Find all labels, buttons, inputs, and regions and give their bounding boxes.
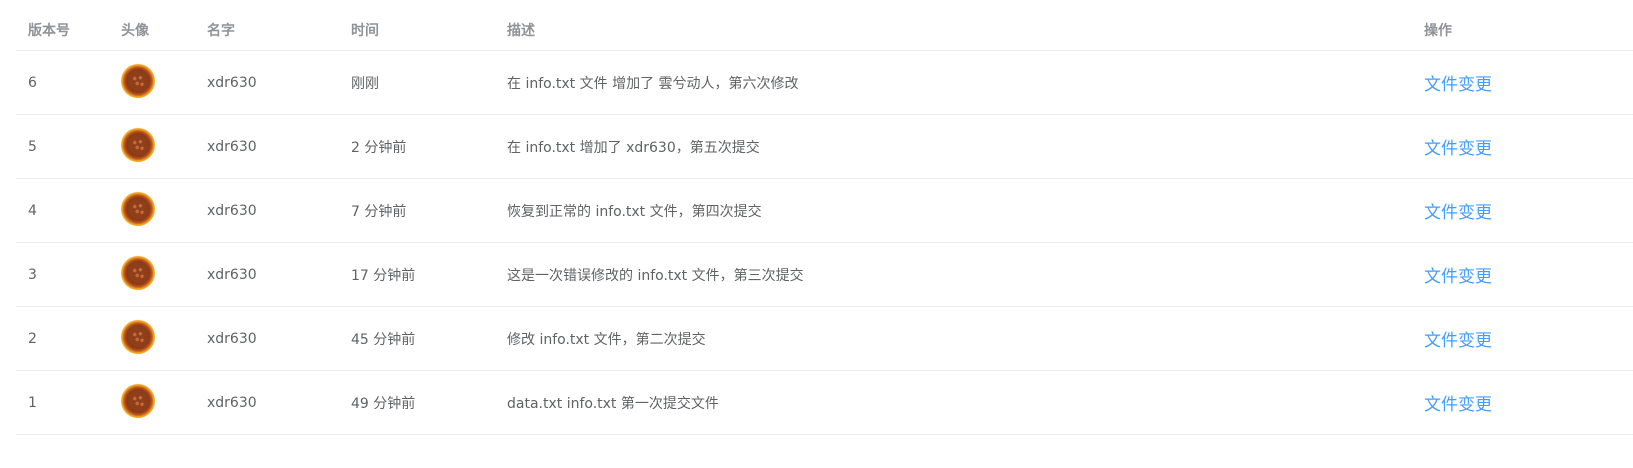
- table-row: 6 xdr630 刚刚 在 info.txt 文件 增加了 雲兮动人，第六次修改…: [16, 51, 1633, 115]
- name-cell: xdr630: [207, 266, 257, 283]
- cookie-avatar-icon: [121, 191, 155, 226]
- action-cell: 文件变更: [1413, 262, 1633, 287]
- header-action: 操作: [1424, 23, 1452, 39]
- time-cell: 刚刚: [351, 75, 379, 92]
- avatar-cell: [111, 63, 195, 102]
- file-changes-link[interactable]: 文件变更: [1424, 75, 1492, 95]
- description-cell: 这是一次错误修改的 info.txt 文件，第三次提交: [507, 267, 804, 284]
- version-cell: 2: [28, 330, 37, 347]
- time-cell: 2 分钟前: [351, 139, 407, 156]
- name-cell: xdr630: [207, 330, 257, 347]
- action-cell: 文件变更: [1413, 390, 1633, 415]
- action-cell: 文件变更: [1413, 326, 1633, 351]
- table-row: 1 xdr630 49 分钟前 data.txt info.txt 第一次提交文…: [16, 371, 1633, 435]
- file-changes-link[interactable]: 文件变更: [1424, 203, 1492, 223]
- description-cell: data.txt info.txt 第一次提交文件: [507, 395, 719, 412]
- header-name: 名字: [207, 23, 235, 39]
- cookie-avatar-icon: [121, 127, 155, 162]
- version-cell: 4: [28, 202, 37, 219]
- version-cell: 3: [28, 266, 37, 283]
- table-row: 5 xdr630 2 分钟前 在 info.txt 增加了 xdr630，第五次…: [16, 115, 1633, 179]
- avatar-cell: [111, 319, 195, 358]
- version-cell: 5: [28, 138, 37, 155]
- avatar-cell: [111, 383, 195, 422]
- time-cell: 7 分钟前: [351, 203, 407, 220]
- header-avatar: 头像: [121, 23, 149, 39]
- action-cell: 文件变更: [1413, 134, 1633, 159]
- cookie-avatar-icon: [121, 255, 155, 290]
- time-cell: 17 分钟前: [351, 267, 416, 284]
- name-cell: xdr630: [207, 74, 257, 91]
- table-row: 3 xdr630 17 分钟前 这是一次错误修改的 info.txt 文件，第三…: [16, 243, 1633, 307]
- name-cell: xdr630: [207, 394, 257, 411]
- name-cell: xdr630: [207, 202, 257, 219]
- description-cell: 在 info.txt 增加了 xdr630，第五次提交: [507, 139, 760, 156]
- description-cell: 恢复到正常的 info.txt 文件，第四次提交: [507, 203, 762, 220]
- cookie-avatar-icon: [121, 63, 155, 98]
- action-cell: 文件变更: [1413, 198, 1633, 223]
- cookie-avatar-icon: [121, 383, 155, 418]
- table-row: 2 xdr630 45 分钟前 修改 info.txt 文件，第二次提交 文件变…: [16, 307, 1633, 371]
- version-cell: 1: [28, 394, 37, 411]
- description-cell: 在 info.txt 文件 增加了 雲兮动人，第六次修改: [507, 75, 799, 92]
- version-cell: 6: [28, 74, 37, 91]
- avatar-cell: [111, 255, 195, 294]
- time-cell: 49 分钟前: [351, 395, 416, 412]
- action-cell: 文件变更: [1413, 70, 1633, 95]
- header-time: 时间: [351, 23, 379, 39]
- avatar-cell: [111, 127, 195, 166]
- table-row: 4 xdr630 7 分钟前 恢复到正常的 info.txt 文件，第四次提交 …: [16, 179, 1633, 243]
- description-cell: 修改 info.txt 文件，第二次提交: [507, 331, 706, 348]
- file-changes-link[interactable]: 文件变更: [1424, 139, 1492, 159]
- table-header: 版本号 头像 名字 时间 描述 操作: [16, 10, 1633, 51]
- header-description: 描述: [507, 23, 535, 39]
- time-cell: 45 分钟前: [351, 331, 416, 348]
- name-cell: xdr630: [207, 138, 257, 155]
- file-changes-link[interactable]: 文件变更: [1424, 331, 1492, 351]
- header-version: 版本号: [28, 23, 70, 39]
- commit-history-table: 版本号 头像 名字 时间 描述 操作 6 xdr630 刚刚 在 info.tx…: [16, 10, 1633, 435]
- file-changes-link[interactable]: 文件变更: [1424, 395, 1492, 415]
- file-changes-link[interactable]: 文件变更: [1424, 267, 1492, 287]
- cookie-avatar-icon: [121, 319, 155, 354]
- avatar-cell: [111, 191, 195, 230]
